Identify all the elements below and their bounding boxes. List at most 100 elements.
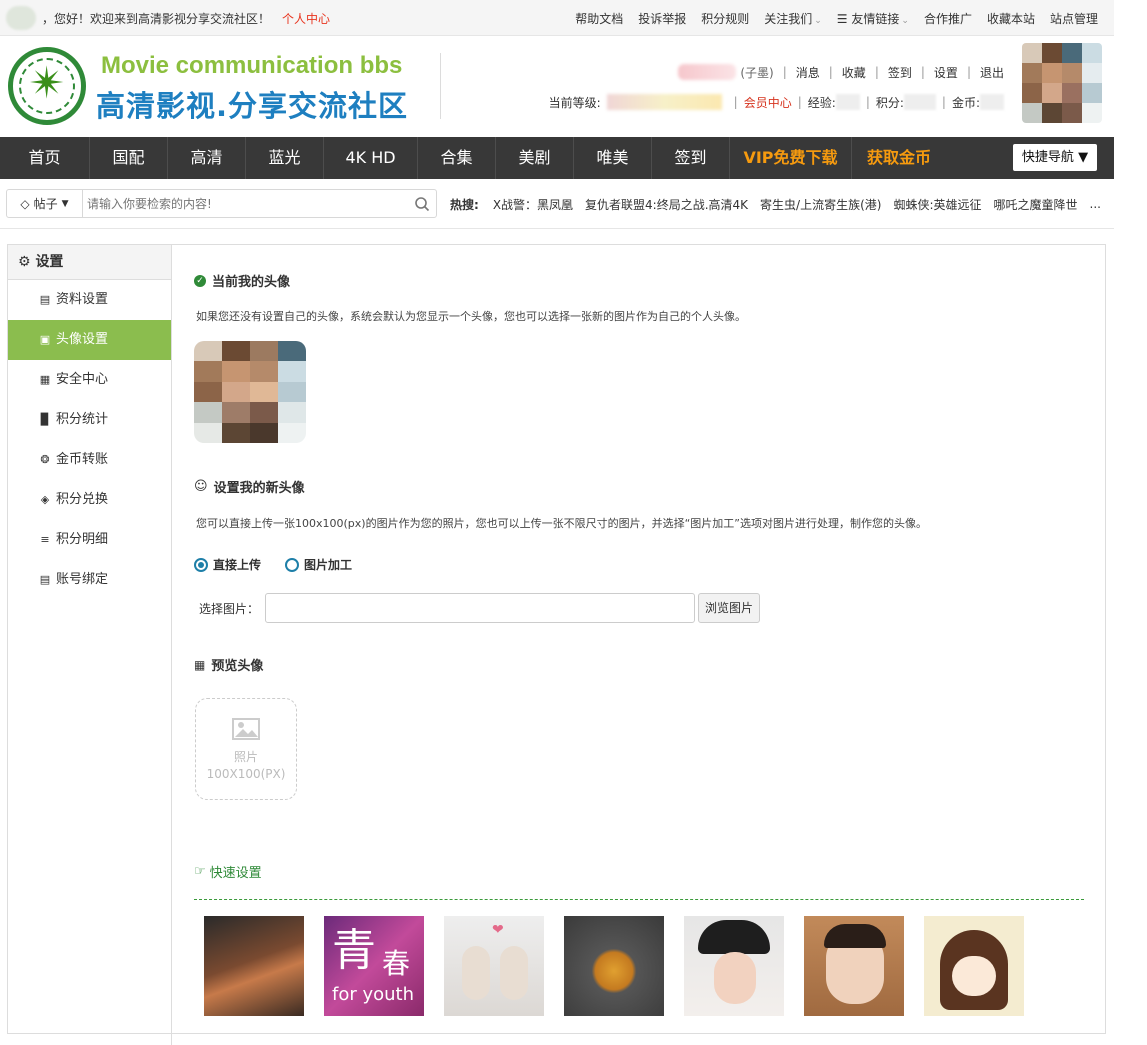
settings-panel: ⚙ 设置 ▤ 资料设置 ▣ 头像设置 ▦ 安全中心 ▉ 积分统计 ❂ 金币转账 ◈ 积分兑换…: [7, 244, 1106, 1045]
nav-bluray[interactable]: 蓝光: [246, 137, 324, 179]
logout-link[interactable]: 退出: [980, 64, 1004, 81]
new-avatar-desc: 您可以直接上传一张100x100(px)的图片作为您的照片，您也可以上传一张不限…: [196, 517, 927, 530]
sidebar-item-points-stats[interactable]: ▉ 积分统计: [8, 400, 171, 440]
diamond-icon: ◈: [40, 493, 50, 506]
preset-avatar-cap-girl[interactable]: [684, 916, 784, 1016]
dotted-divider: [194, 899, 1084, 900]
messages-link[interactable]: 消息: [796, 64, 820, 81]
menu-icon: ☰: [836, 11, 848, 26]
current-avatar-image: [194, 341, 306, 443]
preset-avatar-bunnies[interactable]: ❤: [444, 916, 544, 1016]
sidebar-item-points-exchange[interactable]: ◈ 积分兑换: [8, 480, 171, 520]
sidebar-item-avatar[interactable]: ▣ 头像设置: [8, 320, 171, 360]
chevron-down-icon: ⌄: [814, 15, 822, 26]
quick-nav-button[interactable]: 快捷导航 ▼: [1013, 144, 1097, 171]
bookmark-link[interactable]: 收藏本站: [987, 10, 1035, 27]
check-circle-icon: ✓: [194, 274, 206, 287]
avatar[interactable]: [1022, 43, 1102, 123]
follow-us-link[interactable]: 关注我们 ⌄: [764, 10, 822, 27]
nav-collection[interactable]: 合集: [418, 137, 496, 179]
quick-setup-title: ☞ 快速设置: [194, 864, 262, 881]
hot-more[interactable]: ...: [1090, 197, 1101, 211]
nav-aesthetic[interactable]: 唯美: [574, 137, 652, 179]
sidebar-item-account-binding[interactable]: ▤ 账号绑定: [8, 560, 171, 600]
sidebar-item-coin-transfer[interactable]: ❂ 金币转账: [8, 440, 171, 480]
preview-size-label: 100X100(PX): [206, 767, 286, 781]
logo-chinese: 高清影视.分享交流社区: [96, 89, 409, 123]
checkin-link[interactable]: 签到: [888, 64, 912, 81]
site-header: ✴ Movie communication bbs 高清影视.分享交流社区 (子…: [0, 37, 1114, 137]
search-type-select[interactable]: ◇ 帖子 ▼: [7, 190, 83, 217]
vip-center-link[interactable]: 会员中心: [744, 94, 792, 111]
hot-keyword[interactable]: 蜘蛛侠:英雄远征: [893, 196, 981, 213]
user-stats: 当前等级: | 会员中心 | 经验: | 积分: | 金币:: [549, 93, 1004, 111]
list-icon: ≡: [40, 533, 50, 546]
top-bar: ，您好！欢迎来到高清影视分享交流社区！ 个人中心 帮助文档 投诉举报 积分规则 …: [0, 0, 1114, 36]
heart-icon: ❤: [492, 922, 504, 938]
new-avatar-title: ☺ 设置我的新头像: [194, 479, 305, 496]
site-admin-link[interactable]: 站点管理: [1050, 10, 1098, 27]
friend-links[interactable]: ☰ 友情链接 ⌄: [837, 10, 909, 27]
preset-avatar-youth[interactable]: 青 春 for youth: [324, 916, 424, 1016]
cooperation-link[interactable]: 合作推广: [924, 10, 972, 27]
search-icon[interactable]: [414, 196, 430, 212]
coin-label: 金币:: [951, 95, 980, 110]
nav-vip-download[interactable]: VIP免费下载: [730, 137, 852, 179]
site-logo[interactable]: ✴: [8, 47, 86, 125]
points-rules-link[interactable]: 积分规则: [701, 10, 749, 27]
nav-4k[interactable]: 4K HD: [324, 137, 418, 179]
sidebar-title: ⚙ 设置: [8, 245, 171, 280]
favorites-link[interactable]: 收藏: [842, 64, 866, 81]
browse-image-button[interactable]: 浏览图片: [698, 593, 760, 623]
logo-english: Movie communication bbs: [101, 52, 403, 79]
username-blurred[interactable]: [678, 64, 737, 80]
points-label: 积分:: [875, 95, 904, 110]
level-bar-blurred: [606, 94, 722, 110]
nav-get-coins[interactable]: 获取金币: [852, 137, 946, 179]
nav-home[interactable]: 首页: [0, 137, 90, 179]
caret-down-icon: ▼: [61, 198, 69, 209]
search-input[interactable]: [87, 190, 407, 217]
preset-avatar-glasses-boy[interactable]: [804, 916, 904, 1016]
hot-keyword[interactable]: X战警：黑凤凰: [493, 196, 573, 213]
nav-hd[interactable]: 高清: [168, 137, 246, 179]
user-circle-icon: ☺: [194, 479, 208, 494]
sidebar-item-profile[interactable]: ▤ 资料设置: [8, 280, 171, 320]
exp-label: 经验:: [807, 95, 836, 110]
file-path-input[interactable]: [265, 593, 695, 623]
grid-icon: ▦: [194, 657, 206, 672]
greeting-text: ，您好！欢迎来到高清影视分享交流社区！: [42, 11, 271, 26]
settings-sidebar: ⚙ 设置 ▤ 资料设置 ▣ 头像设置 ▦ 安全中心 ▉ 积分统计 ❂ 金币转账 ◈ 积分兑换…: [8, 245, 172, 1045]
card-icon: ▤: [39, 293, 51, 306]
caret-down-icon: ▼: [1078, 150, 1089, 165]
nav-checkin[interactable]: 签到: [652, 137, 730, 179]
settings-link[interactable]: 设置: [934, 64, 958, 81]
greeting-area: ，您好！欢迎来到高清影视分享交流社区！ 个人中心: [6, 5, 330, 31]
coin-icon: ❂: [40, 453, 50, 466]
hot-keyword[interactable]: 哪吒之魔童降世: [994, 196, 1078, 213]
preset-avatar-ironman[interactable]: [204, 916, 304, 1016]
help-docs-link[interactable]: 帮助文档: [575, 10, 623, 27]
hand-pointer-icon: ☞: [194, 864, 206, 879]
hot-label: 热搜:: [450, 197, 479, 212]
level-label: 当前等级:: [548, 95, 601, 110]
hot-keyword[interactable]: 复仇者联盟4:终局之战.高清4K: [585, 196, 748, 213]
preview-title: ▦ 预览头像: [194, 657, 264, 675]
id-card-icon: ▦: [39, 373, 51, 386]
preset-avatar-cartoon-girl[interactable]: [924, 916, 1024, 1016]
diamond-icon: ◇: [20, 196, 30, 211]
star-icon: ✴: [28, 58, 66, 109]
complaint-link[interactable]: 投诉举报: [638, 10, 686, 27]
sidebar-item-points-detail[interactable]: ≡ 积分明细: [8, 520, 171, 560]
search-box: ◇ 帖子 ▼: [6, 189, 437, 218]
radio-direct-upload[interactable]: 直接上传: [194, 556, 261, 573]
bar-chart-icon: ▉: [40, 413, 50, 426]
preset-avatar-leaf[interactable]: [564, 916, 664, 1016]
hot-search: 热搜: X战警：黑凤凰 复仇者联盟4:终局之战.高清4K 寄生虫/上流寄生族(港…: [450, 179, 1113, 229]
personal-center-link[interactable]: 个人中心: [282, 10, 330, 27]
nav-us-series[interactable]: 美剧: [496, 137, 574, 179]
sidebar-item-security[interactable]: ▦ 安全中心: [8, 360, 171, 400]
nav-mandarin-dub[interactable]: 国配: [90, 137, 168, 179]
radio-image-process[interactable]: 图片加工: [285, 556, 352, 573]
hot-keyword[interactable]: 寄生虫/上流寄生族(港): [760, 196, 881, 213]
